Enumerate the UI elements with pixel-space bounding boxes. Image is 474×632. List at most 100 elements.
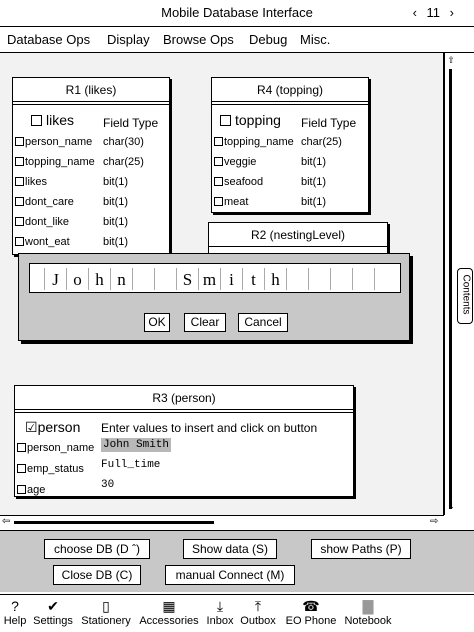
field-name: likes bbox=[25, 176, 48, 188]
field-row[interactable]: dont_like bbox=[15, 216, 69, 228]
checkbox[interactable] bbox=[17, 485, 26, 494]
field-name: topping_name bbox=[224, 136, 294, 148]
checkbox[interactable] bbox=[214, 177, 223, 186]
stationery-icon: ▯ bbox=[102, 598, 110, 614]
checkbox[interactable] bbox=[15, 237, 24, 246]
char-cell[interactable]: m bbox=[198, 268, 220, 290]
select-all-checkbox[interactable]: likes bbox=[31, 112, 74, 128]
char-cell[interactable] bbox=[308, 268, 330, 290]
checkbox[interactable] bbox=[15, 217, 24, 226]
checkbox[interactable] bbox=[15, 177, 24, 186]
menu-browse-ops[interactable]: Browse Ops bbox=[163, 32, 234, 47]
char-cell[interactable] bbox=[154, 268, 176, 290]
checkbox[interactable] bbox=[15, 157, 24, 166]
notebook-icon: ▇ bbox=[362, 598, 374, 614]
char-cell[interactable] bbox=[374, 268, 396, 290]
table-name-label: likes bbox=[46, 112, 75, 128]
cancel-button[interactable]: Cancel bbox=[238, 313, 288, 332]
scroll-right-arrow-icon[interactable]: ⇨ bbox=[430, 516, 438, 527]
dock-label: Help bbox=[3, 615, 27, 627]
table-title: R3 (person) bbox=[15, 386, 353, 410]
char-cell[interactable]: S bbox=[176, 268, 198, 290]
field-value-input[interactable]: 30 bbox=[101, 479, 114, 491]
char-cell[interactable] bbox=[132, 268, 154, 290]
field-row[interactable]: meat bbox=[214, 196, 248, 208]
table-r4-topping[interactable]: R4 (topping) topping Field Type topping_… bbox=[211, 77, 369, 213]
prev-page-button[interactable]: ‹ bbox=[413, 5, 417, 20]
field-row[interactable]: person_name bbox=[17, 442, 94, 454]
field-row[interactable]: dont_care bbox=[15, 196, 74, 208]
field-row[interactable]: topping_name bbox=[214, 136, 294, 148]
dock-stationery[interactable]: ▯ Stationery bbox=[78, 597, 134, 627]
char-cell[interactable]: J bbox=[44, 268, 66, 290]
char-cell[interactable]: o bbox=[66, 268, 88, 290]
field-row[interactable]: age bbox=[17, 484, 45, 496]
horizontal-scrollbar[interactable]: ⇦ ⇨ bbox=[0, 515, 444, 529]
field-row[interactable]: veggie bbox=[214, 156, 256, 168]
checkbox[interactable] bbox=[17, 464, 26, 473]
checkmark-icon: ✔ bbox=[47, 598, 59, 614]
table-r1-likes[interactable]: R1 (likes) likes Field Type person_name … bbox=[12, 77, 170, 255]
clear-button[interactable]: Clear bbox=[184, 313, 226, 332]
dock-accessories[interactable]: ▦ Accessories bbox=[136, 597, 202, 627]
dock-eo-phone[interactable]: ☎ EO Phone bbox=[282, 597, 340, 627]
checkbox[interactable] bbox=[220, 115, 231, 126]
scroll-down-arrow-icon[interactable]: ⇩ bbox=[445, 501, 457, 512]
checked-checkbox-icon[interactable]: ☑ bbox=[25, 419, 38, 435]
char-cell[interactable] bbox=[286, 268, 308, 290]
char-cell[interactable]: n bbox=[110, 268, 132, 290]
menu-database-ops[interactable]: Database Ops bbox=[7, 32, 90, 47]
checkbox[interactable] bbox=[17, 443, 26, 452]
select-all-checkbox[interactable]: ☑person bbox=[25, 419, 80, 436]
checkbox[interactable] bbox=[31, 115, 42, 126]
contents-tab[interactable]: Contents bbox=[457, 268, 473, 324]
vertical-scroll-thumb[interactable] bbox=[449, 69, 452, 509]
show-paths-button[interactable]: show Paths (P) bbox=[311, 539, 411, 559]
checkbox[interactable] bbox=[214, 137, 223, 146]
field-value-input[interactable]: Full_time bbox=[101, 459, 160, 471]
scroll-left-arrow-icon[interactable]: ⇦ bbox=[2, 516, 10, 527]
field-name: wont_eat bbox=[25, 236, 70, 248]
vertical-scrollbar[interactable]: ⇧ ⇩ bbox=[444, 53, 456, 515]
field-row[interactable]: likes bbox=[15, 176, 47, 188]
field-row[interactable]: emp_status bbox=[17, 463, 84, 475]
page-number: 11 bbox=[426, 5, 441, 20]
field-value-input[interactable]: John Smith bbox=[101, 438, 172, 452]
divider bbox=[13, 102, 169, 105]
checkbox[interactable] bbox=[15, 197, 24, 206]
dock-outbox[interactable]: ⤒ Outbox bbox=[238, 597, 278, 627]
dock-help[interactable]: ? Help bbox=[2, 597, 28, 627]
show-data-button[interactable]: Show data (S) bbox=[183, 539, 277, 559]
checkbox[interactable] bbox=[15, 137, 24, 146]
scroll-up-arrow-icon[interactable]: ⇧ bbox=[445, 55, 457, 66]
char-cell[interactable] bbox=[352, 268, 374, 290]
menu-debug[interactable]: Debug bbox=[249, 32, 287, 47]
field-name: age bbox=[27, 484, 46, 496]
next-page-button[interactable]: › bbox=[450, 5, 454, 20]
char-cell[interactable]: h bbox=[264, 268, 286, 290]
field-row[interactable]: topping_name bbox=[15, 156, 95, 168]
char-cell[interactable]: h bbox=[88, 268, 110, 290]
menu-display[interactable]: Display bbox=[107, 32, 150, 47]
field-row[interactable]: person_name bbox=[15, 136, 92, 148]
select-all-checkbox[interactable]: topping bbox=[220, 112, 281, 128]
handwriting-entry-field[interactable]: J o h n S m i t h bbox=[29, 263, 401, 293]
menu-bar: Database Ops Display Browse Ops Debug Mi… bbox=[0, 27, 474, 53]
table-r3-person[interactable]: R3 (person) ☑person Enter values to inse… bbox=[14, 385, 354, 497]
dock-inbox[interactable]: ⤓ Inbox bbox=[204, 597, 236, 627]
ok-button[interactable]: OK bbox=[144, 313, 170, 332]
close-db-button[interactable]: Close DB (C) bbox=[53, 565, 141, 585]
char-cell[interactable] bbox=[330, 268, 352, 290]
dock-settings[interactable]: ✔ Settings bbox=[30, 597, 76, 627]
char-cell[interactable]: i bbox=[220, 268, 242, 290]
field-row[interactable]: seafood bbox=[214, 176, 263, 188]
horizontal-scroll-thumb[interactable] bbox=[14, 521, 214, 524]
choose-db-button[interactable]: choose DB (D ˆ) bbox=[44, 539, 150, 559]
checkbox[interactable] bbox=[214, 157, 223, 166]
menu-misc[interactable]: Misc. bbox=[300, 32, 330, 47]
checkbox[interactable] bbox=[214, 197, 223, 206]
char-cell[interactable]: t bbox=[242, 268, 264, 290]
dock-notebook[interactable]: ▇ Notebook bbox=[342, 597, 394, 627]
manual-connect-button[interactable]: manual Connect (M) bbox=[165, 565, 295, 585]
field-row[interactable]: wont_eat bbox=[15, 236, 70, 248]
